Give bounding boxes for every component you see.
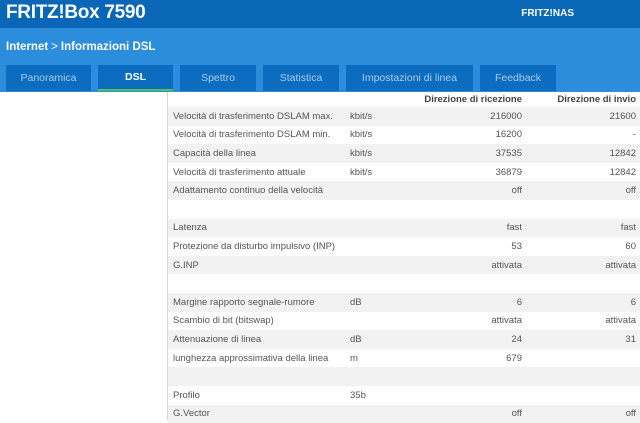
row-receive-value: attivata xyxy=(491,260,522,271)
row-receive-value: off xyxy=(512,185,522,196)
row-send-value: 6 xyxy=(631,297,636,308)
row-label: Capacità della linea xyxy=(173,148,256,159)
breadcrumb-internet[interactable]: Internet xyxy=(6,41,48,53)
row-unit: dB xyxy=(350,334,362,345)
table-spacer-row xyxy=(168,274,640,293)
table-row: Velocità di trasferimento attuale kbit/s 3… xyxy=(168,163,640,182)
row-label: G.INP xyxy=(173,260,199,271)
table-row: Capacità della linea kbit/s 37535 12842 xyxy=(168,144,640,163)
row-unit: 35b xyxy=(350,390,366,401)
table-row: Adattamento continuo della velocità off of… xyxy=(168,181,640,200)
row-unit: kbit/s xyxy=(350,167,372,178)
table-row: Protezione da disturbo impulsivo (INP) 53… xyxy=(168,237,640,256)
tab-dsl[interactable]: DSL xyxy=(98,65,173,91)
header-send: Direzione di invio xyxy=(557,94,636,105)
row-send-value: 21600 xyxy=(610,111,636,122)
table-header: Direzione di ricezione Direzione di invi… xyxy=(168,92,640,107)
table-row: Latenza fast fast xyxy=(168,219,640,238)
row-send-value: off xyxy=(626,408,636,419)
table-row: lunghezza approssimativa della linea m 679 xyxy=(168,349,640,368)
table-spacer-row xyxy=(168,200,640,219)
table-row: Attenuazione di linea dB 24 31 xyxy=(168,330,640,349)
row-label: Velocità di trasferimento DSLAM min. xyxy=(173,129,330,140)
table-row: Velocità di trasferimento DSLAM max. kbit… xyxy=(168,107,640,126)
sidebar xyxy=(0,92,168,420)
row-receive-value: 53 xyxy=(511,241,522,252)
row-label: lunghezza approssimativa della linea xyxy=(173,353,328,364)
row-send-value: fast xyxy=(621,222,636,233)
row-send-value: 12842 xyxy=(610,148,636,159)
row-label: Margine rapporto segnale-rumore xyxy=(173,297,315,308)
table-row: G.INP attivata attivata xyxy=(168,256,640,275)
row-send-value: 60 xyxy=(625,241,636,252)
row-receive-value: attivata xyxy=(491,315,522,326)
row-unit: kbit/s xyxy=(350,129,372,140)
row-send-value: off xyxy=(626,185,636,196)
tab-panoramica[interactable]: Panoramica xyxy=(6,65,91,91)
row-send-value: 12842 xyxy=(610,167,636,178)
sub-header: Internet>Informazioni DSL Panoramica DSL S… xyxy=(0,28,640,92)
row-label: Protezione da disturbo impulsivo (INP) xyxy=(173,241,335,252)
row-label: Adattamento continuo della velocità xyxy=(173,185,323,196)
row-unit: dB xyxy=(350,297,362,308)
tab-statistica[interactable]: Statistica xyxy=(263,65,339,91)
row-label: Velocità di trasferimento DSLAM max. xyxy=(173,111,333,122)
dsl-info-table: Direzione di ricezione Direzione di invi… xyxy=(168,92,640,423)
row-label: Velocità di trasferimento attuale xyxy=(173,167,306,178)
row-send-value: 31 xyxy=(625,334,636,345)
row-receive-value: 24 xyxy=(511,334,522,345)
row-receive-value: 36879 xyxy=(496,167,522,178)
row-unit: m xyxy=(350,353,358,364)
row-receive-value: fast xyxy=(507,222,522,233)
row-receive-value: 37535 xyxy=(496,148,522,159)
header-receive: Direzione di ricezione xyxy=(424,94,522,105)
row-unit: kbit/s xyxy=(350,111,372,122)
top-bar: FRITZ!Box 7590 FRITZ!NAS xyxy=(0,0,640,28)
row-unit: kbit/s xyxy=(350,148,372,159)
tab-feedback[interactable]: Feedback xyxy=(480,65,556,91)
row-receive-value: 16200 xyxy=(496,129,522,140)
row-label: Latenza xyxy=(173,222,207,233)
row-label: Scambio di bit (bitswap) xyxy=(173,315,274,326)
row-receive-value: 216000 xyxy=(490,111,522,122)
row-receive-value: off xyxy=(512,408,522,419)
breadcrumb-current: Informazioni DSL xyxy=(61,41,156,53)
tab-bar: Panoramica DSL Spettro Statistica Impostazio… xyxy=(6,65,556,91)
row-send-value: - xyxy=(633,129,636,140)
chevron-right-icon: > xyxy=(51,41,58,53)
table-row: Profilo 35b xyxy=(168,386,640,405)
table-row: Velocità di trasferimento DSLAM min. kbit… xyxy=(168,126,640,145)
table-row: Margine rapporto segnale-rumore dB 6 6 xyxy=(168,293,640,312)
table-row: Scambio di bit (bitswap) attivata attivata xyxy=(168,312,640,331)
row-receive-value: 679 xyxy=(506,353,522,364)
row-label: Attenuazione di linea xyxy=(173,334,261,345)
row-label: G.Vector xyxy=(173,408,210,419)
fritz-nas-link[interactable]: FRITZ!NAS xyxy=(521,8,574,19)
tab-spettro[interactable]: Spettro xyxy=(180,65,256,91)
table-row: G.Vector off off xyxy=(168,405,640,423)
product-title: FRITZ!Box 7590 xyxy=(6,2,145,24)
row-send-value: attivata xyxy=(605,260,636,271)
row-receive-value: 6 xyxy=(517,297,522,308)
row-send-value: attivata xyxy=(605,315,636,326)
tab-impostazioni-di-linea[interactable]: Impostazioni di linea xyxy=(346,65,473,91)
breadcrumb: Internet>Informazioni DSL xyxy=(6,41,155,53)
row-label: Profilo xyxy=(173,390,200,401)
table-spacer-row xyxy=(168,367,640,386)
